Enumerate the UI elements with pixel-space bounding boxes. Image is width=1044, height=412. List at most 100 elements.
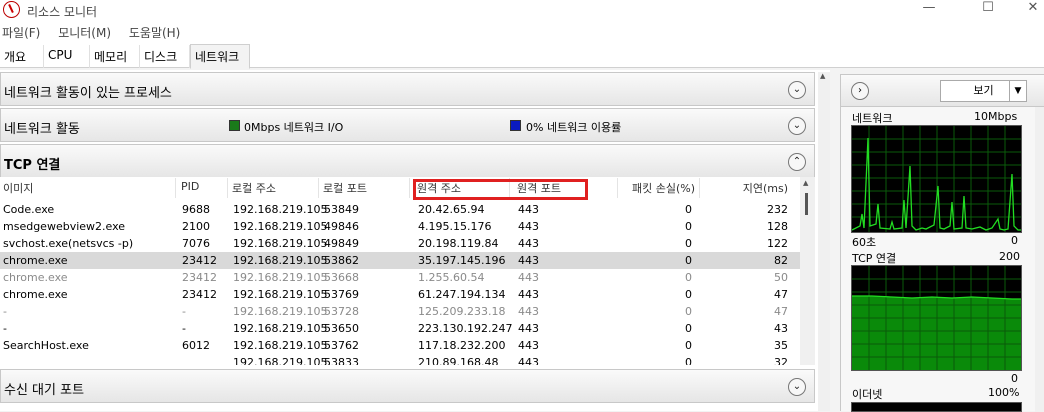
cell-remote-addr: 20.42.65.94 <box>418 203 485 216</box>
table-row[interactable]: chrome.exe 23412 192.168.219.105 53862 35.19… <box>0 252 800 269</box>
cell-image: - <box>3 305 7 318</box>
table-row[interactable]: - - 192.168.219.105 53728 125.209.233.18 443 0… <box>0 303 800 320</box>
cell-pid: - <box>182 322 186 335</box>
table-row[interactable]: chrome.exe 23412 192.168.219.105 53668 1.255… <box>0 269 800 286</box>
expand-icon[interactable]: ⌄ <box>788 117 806 135</box>
resource-monitor-icon <box>3 1 20 18</box>
table-scrollbar[interactable]: ▲ <box>800 177 815 365</box>
cell-image: SearchHost.exe <box>3 339 89 352</box>
cell-loss: 0 <box>685 305 692 318</box>
menu-help[interactable]: 도움말(H) <box>129 22 181 41</box>
menu-bar: 파일(F) 모니터(M) 도움말(H) <box>0 22 1044 42</box>
cell-local-addr: 192.168.219.105 <box>233 356 328 365</box>
network-graph-max: 10Mbps <box>974 110 1018 123</box>
cell-local-port: 53762 <box>324 339 359 352</box>
table-row[interactable]: Code.exe 9688 192.168.219.105 53849 20.42.65… <box>0 201 800 218</box>
view-dropdown-icon[interactable]: ▼ <box>1009 80 1027 102</box>
section-title: 네트워크 활동 <box>4 122 80 137</box>
table-row[interactable]: 192.168.219.105 53833 210.89.168.48 443 0 32 <box>0 354 800 365</box>
tcp-table: 이미지 PID 로컬 주소 로컬 포트 원격 주소 원격 포트 패킷 손실(%)… <box>0 177 800 365</box>
col-image[interactable]: 이미지 <box>0 178 176 198</box>
network-graph <box>851 125 1022 233</box>
cell-local-addr: 192.168.219.105 <box>233 254 328 267</box>
network-graph-time: 60초 <box>852 236 877 249</box>
cell-local-addr: 192.168.219.105 <box>233 322 328 335</box>
table-row[interactable]: chrome.exe 23412 192.168.219.105 53769 61.24… <box>0 286 800 303</box>
cell-local-port: 53849 <box>324 203 359 216</box>
col-latency[interactable]: 지연(ms) <box>702 178 792 198</box>
cell-local-addr: 192.168.219.105 <box>233 203 328 216</box>
col-local-port[interactable]: 로컬 포트 <box>320 178 410 198</box>
table-row[interactable]: svchost.exe(netsvcs -p) 7076 192.168.219.1… <box>0 235 800 252</box>
section-network-activity[interactable]: 네트워크 활동 0Mbps 네트워크 I/O 0% 네트워크 이용률 ⌄ <box>0 108 815 142</box>
table-row[interactable]: SearchHost.exe 6012 192.168.219.105 53762 11… <box>0 337 800 354</box>
io-legend-text: 0Mbps 네트워크 I/O <box>244 121 344 134</box>
cell-local-port: 53833 <box>324 356 359 365</box>
tcp-graph-label: TCP 연결 <box>852 252 897 265</box>
section-title: 수신 대기 포트 <box>4 383 85 398</box>
graph-pane-toolbar: › 보기 ▼ <box>841 75 1044 107</box>
cell-remote-port: 443 <box>518 237 539 250</box>
io-legend-swatch <box>229 120 240 131</box>
cell-pid: 6012 <box>182 339 210 352</box>
scroll-up-icon[interactable]: ▲ <box>820 72 825 80</box>
cell-image: chrome.exe <box>3 288 68 301</box>
tcp-graph-min: 0 <box>1011 372 1018 385</box>
scroll-thumb[interactable] <box>805 193 808 215</box>
section-processes[interactable]: 네트워크 활동이 있는 프로세스 ⌄ <box>0 72 815 106</box>
cell-remote-addr: 20.198.119.84 <box>418 237 499 250</box>
cell-loss: 0 <box>685 322 692 335</box>
expand-icon[interactable]: ⌄ <box>788 378 806 396</box>
col-packet-loss[interactable]: 패킷 손실(%) <box>620 178 700 198</box>
menu-file[interactable]: 파일(F) <box>2 22 40 41</box>
tab-disk[interactable]: 디스크 <box>140 45 190 68</box>
close-button[interactable]: ✕ <box>1010 0 1044 20</box>
cell-remote-port: 443 <box>518 288 539 301</box>
cell-remote-addr: 1.255.60.54 <box>418 271 485 284</box>
tab-bar: 개요 CPU 메모리 디스크 네트워크 <box>0 42 1044 69</box>
tab-network[interactable]: 네트워크 <box>190 44 250 69</box>
main-scrollbar[interactable]: ▲ <box>818 72 830 411</box>
cell-remote-addr: 61.247.194.134 <box>418 288 506 301</box>
cell-image: svchost.exe(netsvcs -p) <box>3 237 134 250</box>
cell-local-port: 53769 <box>324 288 359 301</box>
cell-loss: 0 <box>685 288 692 301</box>
maximize-button[interactable]: ☐ <box>965 0 1011 20</box>
scroll-up-icon[interactable]: ▲ <box>803 179 808 187</box>
section-listening-ports[interactable]: 수신 대기 포트 ⌄ <box>0 369 815 403</box>
cell-latency: 50 <box>774 271 788 284</box>
cell-local-port: 53668 <box>324 271 359 284</box>
table-row[interactable]: msedgewebview2.exe 2100 192.168.219.105 498… <box>0 218 800 235</box>
collapse-icon[interactable]: ⌃ <box>788 153 806 171</box>
view-label: 보기 <box>973 84 994 97</box>
cell-pid: - <box>182 305 186 318</box>
cell-loss: 0 <box>685 203 692 216</box>
expand-icon[interactable]: ⌄ <box>788 81 806 99</box>
minimize-button[interactable]: — <box>906 0 952 20</box>
cell-remote-port: 443 <box>518 220 539 233</box>
usage-legend-swatch <box>510 120 521 131</box>
network-graph-min: 0 <box>1011 234 1018 247</box>
cell-remote-port: 443 <box>518 271 539 284</box>
col-local-addr[interactable]: 로컬 주소 <box>229 178 319 198</box>
menu-monitor[interactable]: 모니터(M) <box>58 22 111 41</box>
cell-latency: 82 <box>774 254 788 267</box>
cell-latency: 232 <box>767 203 788 216</box>
tab-overview[interactable]: 개요 <box>0 45 44 68</box>
tab-memory[interactable]: 메모리 <box>90 45 140 68</box>
highlight-box <box>413 179 588 200</box>
chevron-right-icon[interactable]: › <box>851 82 869 100</box>
col-pid[interactable]: PID <box>178 178 228 198</box>
section-tcp[interactable]: TCP 연결 ⌃ <box>0 144 815 178</box>
cell-pid: 9688 <box>182 203 210 216</box>
tab-cpu[interactable]: CPU <box>44 45 90 68</box>
network-graph-label: 네트워크 <box>852 112 893 125</box>
cell-loss: 0 <box>685 356 692 365</box>
cell-loss: 0 <box>685 220 692 233</box>
graph-pane-scrollbar[interactable] <box>1035 107 1044 412</box>
cell-remote-addr: 117.18.232.200 <box>418 339 506 352</box>
tcp-graph <box>851 265 1022 371</box>
cell-pid: 23412 <box>182 288 217 301</box>
table-row[interactable]: - - 192.168.219.105 53650 223.130.192.247 443… <box>0 320 800 337</box>
ethernet-graph-max: 100% <box>988 386 1020 399</box>
